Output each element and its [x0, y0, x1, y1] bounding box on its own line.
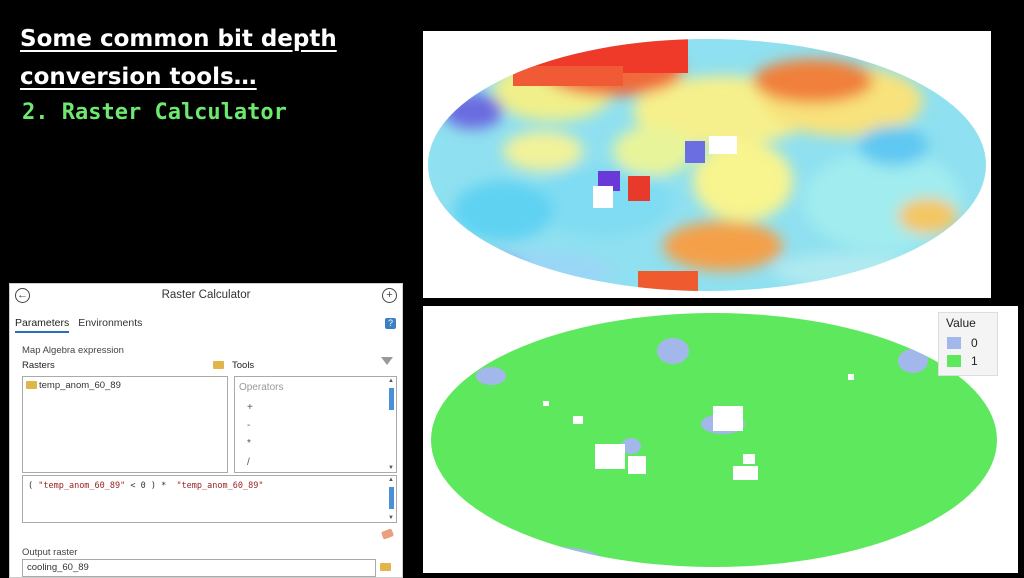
output-raster-label: Output raster [22, 547, 78, 558]
operator-plus[interactable]: + [247, 402, 253, 413]
expression-prefix: ( [28, 481, 39, 491]
scroll-thumb[interactable] [389, 388, 394, 410]
expression-scrollbar[interactable]: ▲ ▼ [388, 477, 395, 521]
map-algebra-label: Map Algebra expression [22, 345, 124, 356]
title-line-2: conversion tools… [20, 64, 257, 90]
raster-item[interactable]: temp_anom_60_89 [26, 380, 121, 391]
slide-title: Some common bit depth conversion tools… [20, 20, 337, 96]
tools-scrollbar[interactable]: ▲ ▼ [388, 378, 395, 471]
legend-swatch-1 [947, 355, 961, 367]
pane-title: Raster Calculator [161, 289, 251, 301]
rasters-list[interactable]: temp_anom_60_89 [22, 376, 228, 473]
legend-label-1: 1 [971, 354, 978, 368]
scroll-down-icon[interactable]: ▼ [388, 465, 394, 471]
pane-tabs: Parameters Environments [15, 317, 148, 333]
anomaly-map-image [428, 39, 986, 291]
filter-icon[interactable] [381, 357, 393, 365]
expression-editor[interactable]: ( "temp_anom_60_89" < 0 ) * "temp_anom_6… [22, 475, 397, 523]
tab-parameters[interactable]: Parameters [15, 317, 70, 333]
output-raster-input[interactable]: cooling_60_89 [22, 559, 376, 577]
eraser-icon[interactable] [380, 528, 395, 540]
expression-text: ( "temp_anom_60_89" < 0 ) * "temp_anom_6… [28, 481, 263, 491]
help-icon[interactable]: ? [385, 318, 396, 329]
binary-map-image [431, 313, 997, 567]
folder-icon[interactable] [213, 360, 226, 371]
tools-label: Tools [232, 360, 255, 371]
tools-list[interactable]: Operators + - * / ▲ ▼ [234, 376, 397, 473]
operator-multiply[interactable]: * [247, 438, 251, 449]
temperature-anomaly-map [423, 31, 991, 298]
legend-swatch-0 [947, 337, 961, 349]
output-folder-icon[interactable] [380, 562, 393, 573]
expr-scroll-up-icon[interactable]: ▲ [388, 477, 394, 483]
add-icon[interactable]: + [382, 288, 397, 303]
raster-item-label: temp_anom_60_89 [39, 380, 121, 391]
tab-environments[interactable]: Environments [78, 317, 142, 329]
slide-subtitle: 2. Raster Calculator [22, 100, 287, 125]
expression-raster-2: "temp_anom_60_89" [176, 481, 264, 491]
rasters-label: Rasters [22, 360, 55, 371]
legend-title: Value [946, 316, 976, 330]
pane-header: ← Raster Calculator + [10, 284, 402, 308]
expression-middle: < 0 ) * [125, 481, 177, 491]
legend-label-0: 0 [971, 336, 978, 350]
operators-header: Operators [239, 382, 284, 393]
raster-calculator-pane: ← Raster Calculator + Parameters Environ… [9, 283, 403, 578]
expr-scroll-down-icon[interactable]: ▼ [388, 515, 394, 521]
legend-item-0: 0 [947, 336, 978, 350]
cooling-binary-map [423, 306, 1018, 573]
map-legend: Value 0 1 [938, 312, 998, 376]
legend-item-1: 1 [947, 354, 978, 368]
output-raster-value: cooling_60_89 [27, 562, 89, 573]
title-line-1: Some common bit depth [20, 26, 337, 52]
expr-scroll-thumb[interactable] [389, 487, 394, 509]
raster-layer-icon [26, 381, 37, 389]
scroll-up-icon[interactable]: ▲ [388, 378, 394, 384]
operator-divide[interactable]: / [247, 457, 250, 468]
operator-minus[interactable]: - [247, 420, 250, 431]
expression-raster-1: "temp_anom_60_89" [38, 481, 126, 491]
